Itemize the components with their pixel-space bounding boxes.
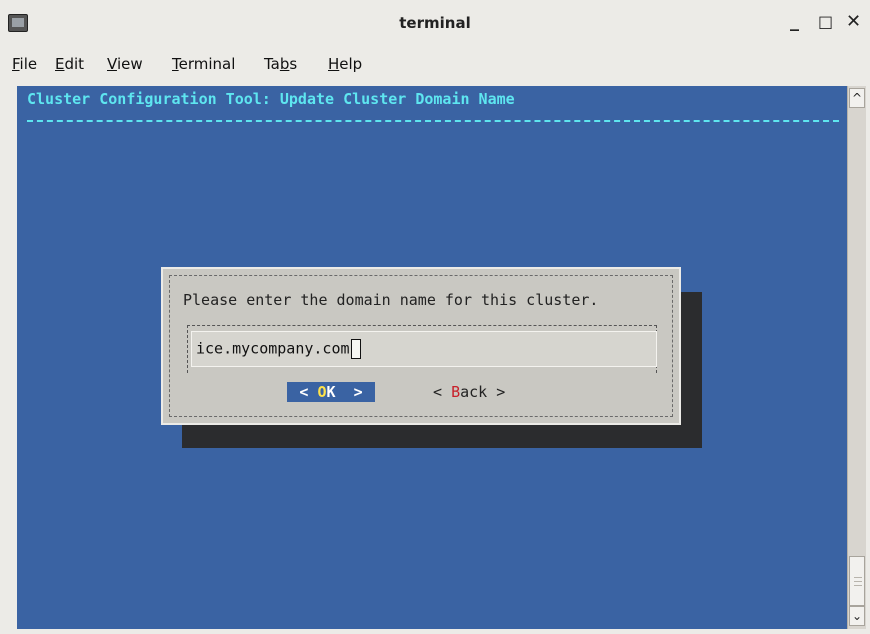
title-bar[interactable]: terminal _ □ ✕ (0, 0, 870, 46)
menu-file[interactable]: File (12, 55, 37, 73)
minimize-button[interactable]: _ (790, 10, 799, 34)
input-value: ice.mycompany.com (196, 339, 350, 358)
domain-name-dialog: Please enter the domain name for this cl… (161, 267, 681, 425)
close-button[interactable]: ✕ (846, 10, 861, 34)
header-divider (27, 120, 839, 122)
menu-bar: File Edit View Terminal Tabs Help (0, 46, 870, 84)
text-cursor (350, 339, 361, 359)
menu-view[interactable]: View (107, 55, 143, 73)
window-title: terminal (399, 14, 471, 32)
menu-help[interactable]: Help (328, 55, 362, 73)
grip-line (854, 581, 862, 582)
maximize-button[interactable]: □ (818, 10, 833, 34)
chevron-down-icon[interactable]: ⌄ (849, 606, 865, 626)
terminal-header: Cluster Configuration Tool: Update Clust… (27, 90, 515, 108)
domain-name-input[interactable]: ice.mycompany.com (191, 331, 657, 367)
menu-tabs[interactable]: Tabs (264, 55, 297, 73)
back-button[interactable]: < Back > (433, 382, 523, 402)
vertical-scrollbar[interactable]: ^ ⌄ (847, 86, 866, 629)
terminal-window: terminal _ □ ✕ File Edit View Terminal T… (0, 0, 870, 634)
grip-line (854, 585, 862, 586)
scroll-thumb[interactable] (849, 556, 865, 606)
menu-terminal[interactable]: Terminal (172, 55, 235, 73)
menu-edit[interactable]: Edit (55, 55, 84, 73)
chevron-up-icon[interactable]: ^ (849, 88, 865, 108)
dialog-prompt: Please enter the domain name for this cl… (183, 291, 599, 309)
ok-button[interactable]: < OK > (287, 382, 375, 402)
grip-line (854, 577, 862, 578)
